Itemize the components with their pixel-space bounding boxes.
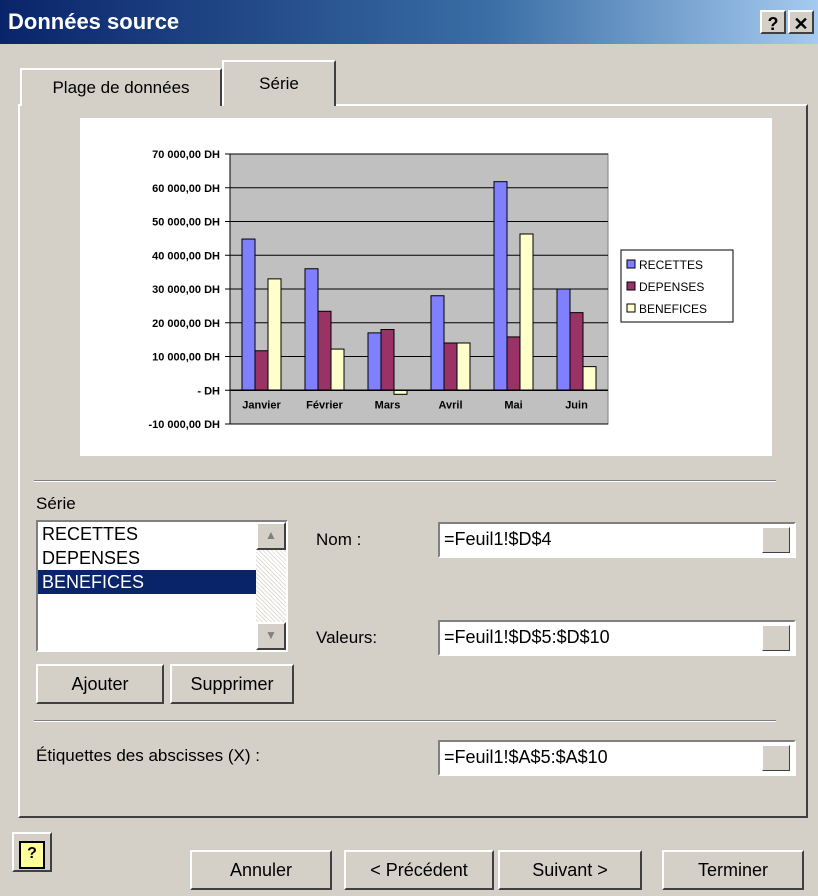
suivant-button[interactable]: Suivant >: [498, 850, 642, 890]
tab-join: [224, 102, 334, 106]
y-tick-label: 50 000,00 DH: [152, 217, 220, 229]
bar-benefices: [330, 348, 345, 391]
bar-depenses: [254, 350, 269, 391]
bar-depenses: [317, 310, 332, 391]
scroll-up-icon[interactable]: ▲: [256, 522, 286, 550]
abscisses-value: =Feuil1!$A$5:$A$10: [444, 747, 608, 767]
bar-recettes: [430, 295, 445, 391]
help-button[interactable]: ?: [12, 832, 52, 872]
bar-benefices: [519, 233, 534, 391]
tab-serie[interactable]: Série: [222, 60, 336, 106]
bar-depenses: [443, 342, 458, 391]
help-icon: ?: [19, 841, 45, 869]
legend-label: DEPENSES: [639, 280, 704, 294]
x-tick-label: Avril: [438, 399, 462, 411]
y-tick-label: 30 000,00 DH: [152, 284, 220, 296]
y-tick-label: -10 000,00 DH: [148, 419, 220, 431]
series-listbox[interactable]: RECETTES DEPENSES BENEFICES ▲ ▼: [36, 520, 288, 652]
y-tick-label: 20 000,00 DH: [152, 318, 220, 330]
series-item-recettes[interactable]: RECETTES: [38, 522, 286, 546]
bar-benefices: [267, 278, 282, 391]
y-tick-label: - DH: [197, 385, 220, 397]
serie-label: Série: [36, 494, 76, 513]
x-tick-label: Juin: [565, 399, 588, 411]
bar-recettes: [304, 268, 319, 391]
bar-recettes: [241, 238, 256, 391]
chart-svg: -10 000,00 DH - DH 10 000,00 DH 20 000,00 D…: [148, 149, 734, 431]
separator-bottom: [34, 720, 776, 722]
bar-depenses: [506, 336, 521, 391]
abscisses-label: Étiquettes des abscisses (X) :: [36, 746, 260, 765]
legend-swatch: [626, 259, 636, 269]
terminer-button[interactable]: Terminer: [662, 850, 804, 890]
y-tick-label: 40 000,00 DH: [152, 250, 220, 262]
series-item-depenses[interactable]: DEPENSES: [38, 546, 286, 570]
ajouter-button[interactable]: Ajouter: [36, 664, 164, 704]
supprimer-button[interactable]: Supprimer: [170, 664, 294, 704]
scroll-down-icon[interactable]: ▼: [256, 622, 286, 650]
nom-value: =Feuil1!$D$4: [444, 529, 552, 549]
x-tick-label: Janvier: [242, 399, 281, 411]
x-tick-label: Février: [306, 399, 343, 411]
legend-label: BENEFICES: [639, 302, 707, 316]
nom-field[interactable]: =Feuil1!$D$4: [438, 522, 796, 558]
bar-recettes: [493, 181, 508, 391]
y-tick-label: 60 000,00 DH: [152, 183, 220, 195]
legend-label: RECETTES: [639, 258, 703, 272]
collapse-dialog-icon[interactable]: [762, 625, 790, 651]
title-bar[interactable]: Données source ? ✕: [0, 0, 818, 44]
bar-depenses: [569, 312, 584, 391]
chart-preview: -10 000,00 DH - DH 10 000,00 DH 20 000,00 D…: [80, 118, 772, 456]
collapse-dialog-icon[interactable]: [762, 745, 790, 771]
legend-swatch: [626, 281, 636, 291]
series-scrollbar[interactable]: ▲ ▼: [256, 522, 286, 650]
valeurs-field[interactable]: =Feuil1!$D$5:$D$10: [438, 620, 796, 656]
help-title-button[interactable]: ?: [760, 10, 786, 34]
bar-recettes: [367, 332, 382, 391]
bar-benefices: [582, 366, 597, 391]
nom-label: Nom :: [316, 530, 362, 549]
bar-depenses: [380, 329, 395, 391]
series-item-benefices[interactable]: BENEFICES: [38, 570, 286, 594]
x-tick-label: Mai: [504, 399, 522, 411]
close-button[interactable]: ✕: [788, 10, 814, 34]
collapse-dialog-icon[interactable]: [762, 527, 790, 553]
tab-plage-de-donnees[interactable]: Plage de données: [20, 68, 222, 106]
bar-recettes: [556, 288, 571, 391]
x-tick-label: Mars: [375, 399, 401, 411]
precedent-button[interactable]: < Précédent: [344, 850, 494, 890]
separator-top: [34, 480, 776, 482]
y-tick-label: 70 000,00 DH: [152, 149, 220, 161]
bar-benefices: [456, 342, 471, 391]
y-tick-label: 10 000,00 DH: [152, 352, 220, 364]
abscisses-field[interactable]: =Feuil1!$A$5:$A$10: [438, 740, 796, 776]
legend-swatch: [626, 303, 636, 313]
valeurs-label: Valeurs:: [316, 628, 378, 647]
annuler-button[interactable]: Annuler: [190, 850, 332, 890]
valeurs-value: =Feuil1!$D$5:$D$10: [444, 627, 610, 647]
window-title: Données source: [8, 9, 180, 34]
